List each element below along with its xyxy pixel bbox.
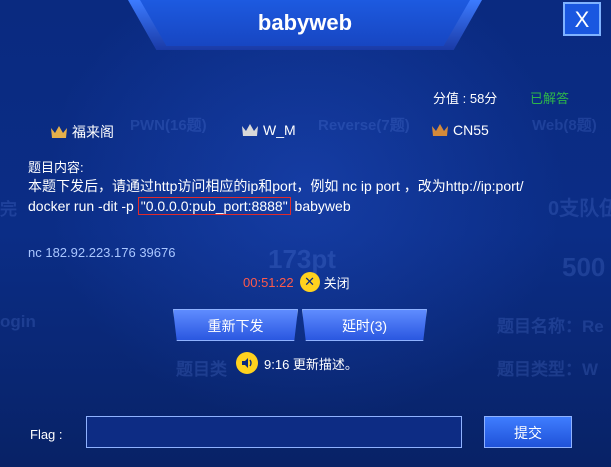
- description-line-2: docker run -dit -p "0.0.0.0:pub_port:888…: [28, 196, 598, 216]
- gold-crown-icon: [51, 126, 67, 138]
- bg-text-login: ogin: [0, 312, 36, 331]
- rank-third: CN55: [431, 122, 489, 138]
- connection-info: nc 182.92.223.176 39676: [28, 245, 176, 260]
- rank-first: 福来阁: [50, 122, 114, 142]
- bg-text-web: Web(8题): [532, 117, 597, 134]
- submit-button[interactable]: 提交: [484, 416, 572, 448]
- rank-second-name: W_M: [263, 122, 296, 138]
- bg-text-type2: 题目类: [176, 360, 227, 379]
- rank-second: W_M: [241, 122, 296, 138]
- description-label: 题目内容:: [28, 160, 84, 175]
- solved-status: 已解答: [530, 91, 570, 106]
- bg-text-500: 500: [562, 252, 606, 282]
- close-button[interactable]: X: [563, 2, 601, 36]
- description-text: 本题下发后，请通过http访问相应的ip和port，例如 nc ip port …: [28, 176, 598, 216]
- description-line-1: 本题下发后，请通过http访问相应的ip和port，例如 nc ip port …: [28, 178, 524, 194]
- challenge-title: babyweb: [257, 10, 353, 35]
- update-note: 9:16 更新描述。: [236, 352, 358, 374]
- bg-text-wan: 完: [0, 200, 17, 219]
- bg-text-name: 题目名称：Re: [497, 317, 604, 336]
- bg-text-pwn: PWN(16题): [130, 117, 207, 134]
- bg-text-reverse: Reverse(7题): [318, 117, 410, 134]
- docker-command-suffix: babyweb: [290, 198, 351, 214]
- reissue-button[interactable]: 重新下发: [173, 309, 298, 341]
- bg-text-points: 173pt: [268, 244, 336, 274]
- flag-label: Flag :: [30, 427, 63, 442]
- countdown-timer: 00:51:22: [243, 274, 294, 290]
- background: [0, 0, 611, 467]
- score-label: 分值 : 58分: [433, 91, 498, 106]
- silver-crown-icon: [242, 124, 258, 136]
- close-instance-icon[interactable]: ✕: [299, 272, 320, 292]
- bg-text-type: 题目类型：W: [497, 360, 599, 379]
- flag-input[interactable]: [86, 416, 462, 448]
- rank-first-name: 福来阁: [72, 124, 114, 140]
- bronze-crown-icon: [432, 124, 448, 136]
- update-text: 9:16 更新描述。: [264, 356, 358, 372]
- highlighted-port-mapping: "0.0.0.0:pub_port:8888": [137, 197, 291, 215]
- docker-command-prefix: docker run -dit -p: [28, 198, 138, 214]
- speaker-icon[interactable]: [236, 352, 258, 374]
- rank-third-name: CN55: [453, 122, 489, 138]
- close-instance-label[interactable]: 关闭: [324, 273, 350, 292]
- extend-time-button[interactable]: 延时(3): [302, 309, 427, 341]
- timer-row: 00:51:22 ✕ 关闭: [243, 272, 350, 292]
